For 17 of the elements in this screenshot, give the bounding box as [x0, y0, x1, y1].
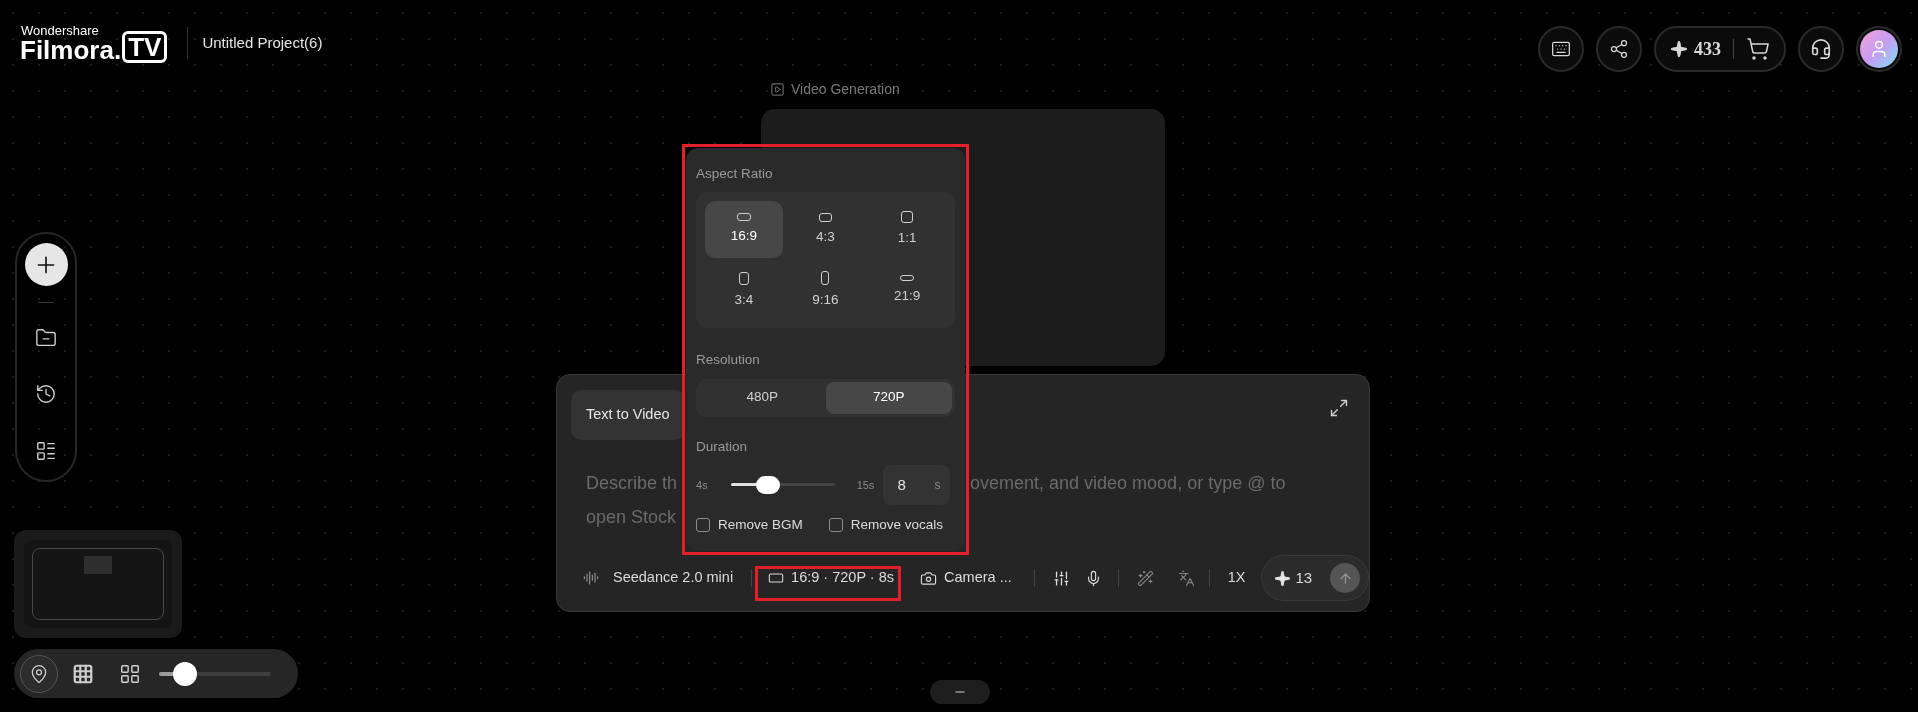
credits-count: 433: [1694, 37, 1721, 61]
checkbox-label: Remove vocals: [850, 515, 944, 534]
section-title: Aspect Ratio: [696, 165, 774, 183]
node-label: Video Generation: [791, 80, 900, 99]
brand-badge: TV: [122, 30, 168, 63]
placeholder-text: Describe th: [586, 473, 678, 493]
placeholder-text: ovement, and video mood, or type @ to: [970, 472, 1286, 495]
cost-count: 13: [1295, 567, 1313, 588]
unit-label: s: [934, 476, 941, 494]
brand-subtitle: Wondershare: [21, 23, 100, 37]
brand-name: Filmora.: [20, 36, 122, 63]
checkbox-label: Remove BGM: [718, 515, 803, 534]
placeholder-text: open Stock: [586, 507, 677, 527]
section-title: Resolution: [696, 351, 761, 370]
max-label: 15s: [856, 477, 875, 493]
min-label: 4s: [696, 477, 708, 493]
section-title: Duration: [696, 437, 749, 456]
